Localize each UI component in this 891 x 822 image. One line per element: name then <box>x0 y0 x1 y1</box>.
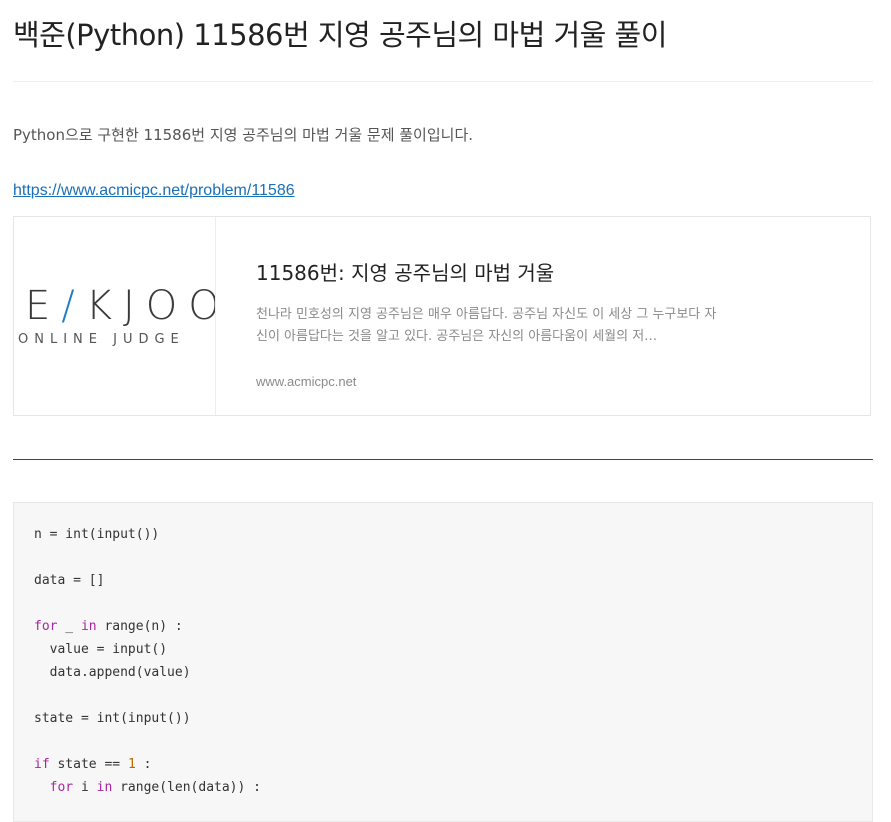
code-line: value = input() <box>34 638 852 661</box>
code-keyword: in <box>96 780 113 795</box>
logo-wordmark: E/KJOO <box>25 283 215 329</box>
code-line: data.append(value) <box>34 661 852 684</box>
card-domain: www.acmicpc.net <box>256 374 357 389</box>
code-keyword: in <box>80 619 97 634</box>
code-token: data.append(value) <box>34 665 191 680</box>
code-line: state = int(input()) <box>34 707 852 730</box>
logo-letters-kjoo: KJOO <box>85 283 215 329</box>
card-description: 천나라 민호성의 지영 공주님은 매우 아름답다. 공주님 자신도 이 세상 그… <box>256 307 717 344</box>
code-keyword: if <box>34 757 50 772</box>
code-token: value = input() <box>34 642 168 657</box>
code-token: range(n) : <box>96 619 183 634</box>
intro-text: Python으로 구현한 11586번 지영 공주님의 마법 거울 문제 풀이입… <box>13 126 474 144</box>
code-token: range(len(data)) : <box>112 780 261 795</box>
link-preview-card[interactable]: E/KJOO ONLINE JUDGE 11586번: 지영 공주님의 마법 거… <box>13 216 871 416</box>
code-block: n = int(input()) data = [] for _ in range(… <box>13 502 873 822</box>
code-number: 1 <box>127 757 136 772</box>
baekjoon-logo: E/KJOO ONLINE JUDGE <box>14 217 216 415</box>
code-line: for i in range(len(data)) : <box>34 776 852 799</box>
code-token: state = int(input()) <box>34 711 191 726</box>
code-token: _ <box>57 619 81 634</box>
horizontal-rule <box>13 459 873 460</box>
code-line: data = [] <box>34 569 852 592</box>
logo-slash: / <box>61 283 86 329</box>
code-token: : <box>135 757 152 772</box>
code-content: n = int(input()) data = [] for _ in range(… <box>34 523 852 799</box>
code-token: data = [] <box>34 573 105 588</box>
card-body: 11586번: 지영 공주님의 마법 거울 천나라 민호성의 지영 공주님은 매… <box>216 217 870 415</box>
code-token: i <box>73 780 97 795</box>
code-keyword: for <box>34 619 58 634</box>
code-keyword: for <box>49 780 74 795</box>
title-divider <box>13 81 873 82</box>
card-title[interactable]: 11586번: 지영 공주님의 마법 거울 <box>256 257 830 286</box>
code-token: state == <box>49 757 128 772</box>
code-line: if state == 1 : <box>34 753 852 776</box>
logo-subtitle: ONLINE JUDGE <box>18 332 185 347</box>
problem-link[interactable]: https://www.acmicpc.net/problem/11586 <box>13 182 295 200</box>
code-token: n = int(input()) <box>34 527 160 542</box>
code-line: n = int(input()) <box>34 523 852 546</box>
code-line: for _ in range(n) : <box>34 615 852 638</box>
logo-letter-e: E <box>25 283 62 329</box>
page-title: 백준(Python) 11586번 지영 공주님의 마법 거울 풀이 <box>13 18 667 52</box>
